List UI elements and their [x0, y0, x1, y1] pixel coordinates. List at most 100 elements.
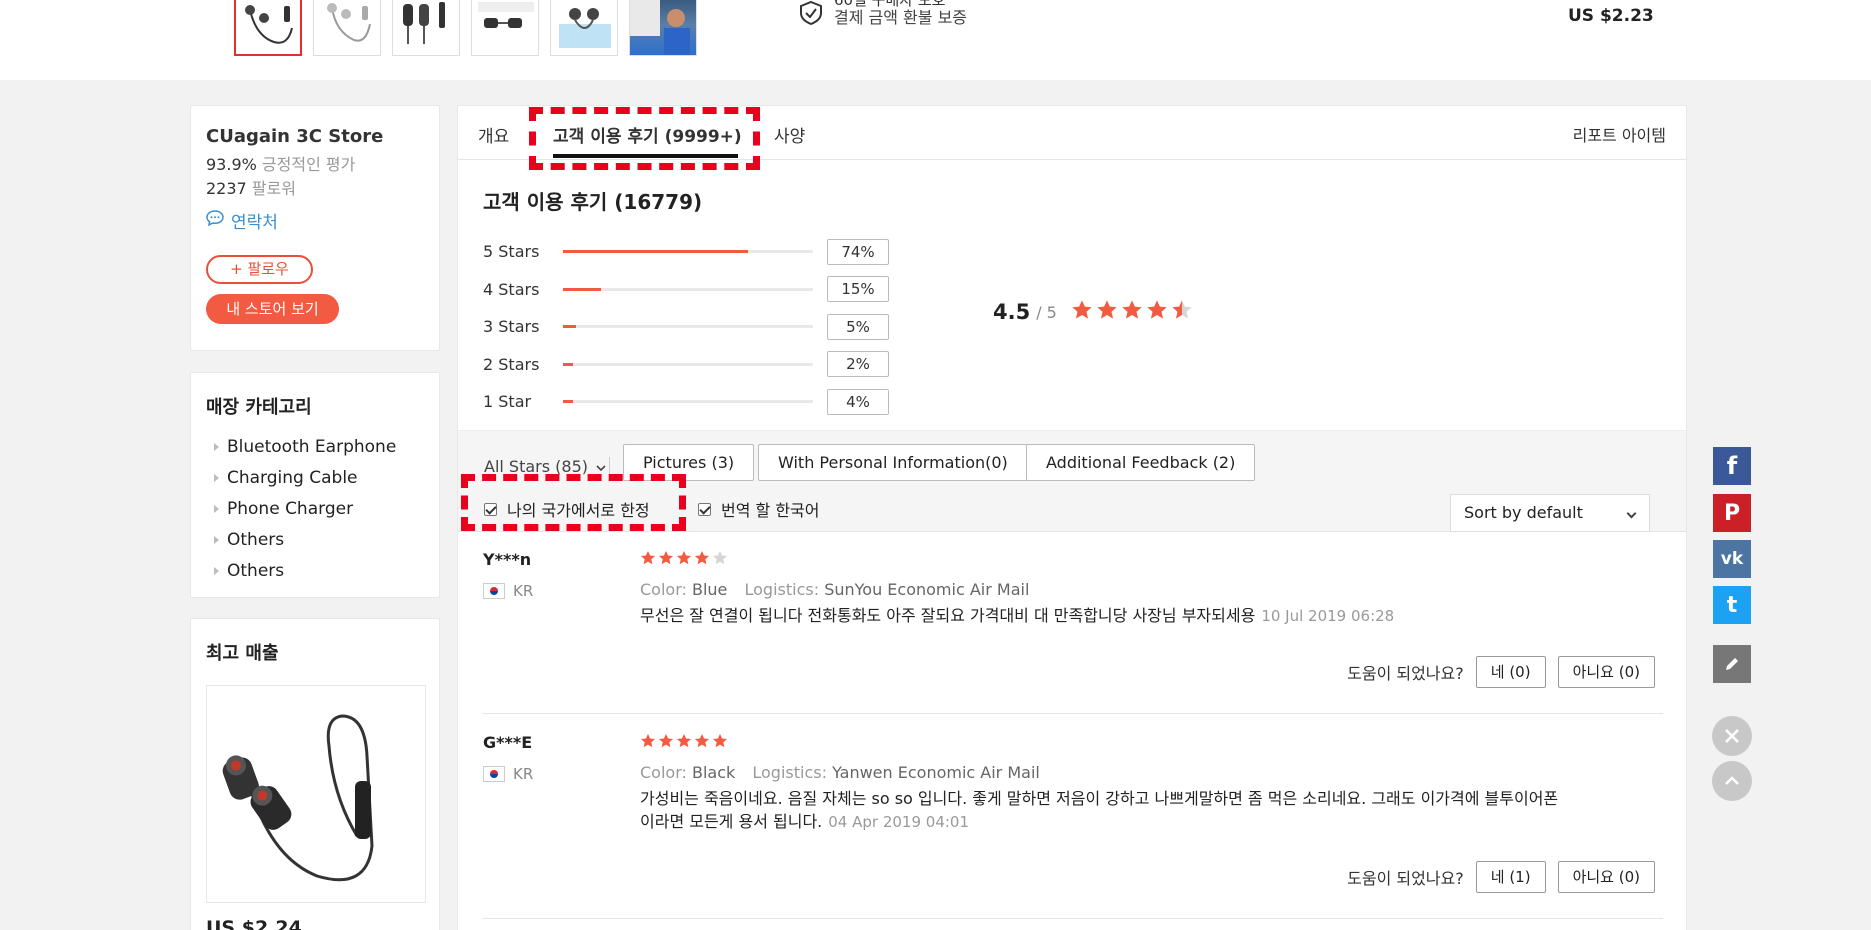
- color-key: Color:: [640, 763, 687, 782]
- pencil-edit-icon[interactable]: [1713, 645, 1751, 683]
- helpful-yes-button[interactable]: 네 (0): [1475, 656, 1546, 688]
- rating-bar-fill: [563, 250, 748, 254]
- rating-bar-fill: [563, 362, 573, 366]
- rating-bar-track: [563, 362, 813, 366]
- reviewer-name: Y***n: [483, 550, 532, 569]
- review-stars: [640, 733, 728, 753]
- sort-select[interactable]: Sort by default: [1450, 494, 1650, 532]
- korea-flag-icon: [483, 766, 505, 782]
- category-item[interactable]: Others: [206, 524, 424, 555]
- star-icon: [712, 733, 728, 753]
- reviewer-country: KR: [483, 765, 533, 783]
- star-icon: [712, 550, 728, 570]
- review-divider: [483, 918, 1663, 919]
- reviewer-country: KR: [483, 582, 533, 600]
- followers-value: 2237: [206, 179, 247, 198]
- rating-bar-fill: [563, 287, 601, 291]
- contact-link[interactable]: 연락처: [206, 208, 424, 233]
- category-item[interactable]: Charging Cable: [206, 462, 424, 493]
- translate-label: 번역 할 한국어: [721, 501, 820, 520]
- rating-row-percent: 2%: [827, 351, 889, 378]
- helpful-no-button[interactable]: 아니요 (0): [1557, 656, 1655, 688]
- review-date: 04 Apr 2019 04:01: [828, 813, 970, 831]
- store-categories-card: 매장 카테고리 Bluetooth Earphone Charging Cabl…: [190, 372, 440, 598]
- positive-feedback: 93.9% 긍정적인 평가: [206, 156, 424, 174]
- reviewer-name: G***E: [483, 733, 533, 752]
- facebook-share-icon[interactable]: f: [1713, 447, 1751, 485]
- report-item-link[interactable]: 리포트 아이템: [1573, 122, 1666, 146]
- vk-share-icon[interactable]: vk: [1713, 540, 1751, 578]
- helpful-vote: 도움이 되었나요? 네 (0) 아니요 (0): [1347, 656, 1655, 688]
- contact-label: 연락처: [231, 213, 278, 233]
- helpful-yes-button[interactable]: 네 (1): [1475, 861, 1546, 893]
- detail-tabs: 개요 고객 이용 후기 (9999+) 사양 리포트 아이템: [458, 106, 1686, 160]
- best-seller-image[interactable]: [206, 685, 426, 903]
- color-value: Black: [691, 763, 736, 782]
- positive-feedback-value: 93.9%: [206, 155, 257, 174]
- thumbnail-6[interactable]: [629, 0, 697, 56]
- country-code: KR: [513, 582, 534, 600]
- overall-rating-max: / 5: [1036, 302, 1057, 322]
- thumbnail-4[interactable]: [471, 0, 539, 56]
- chat-icon: [206, 210, 224, 231]
- rating-bar-track: [563, 287, 813, 291]
- category-label: Others: [227, 529, 285, 550]
- rating-row-label: 3 Stars: [483, 317, 540, 337]
- rating-row[interactable]: 4 Stars 15%: [483, 271, 889, 309]
- review-text: 가성비는 죽음이네요. 음질 자체는 so so 입니다. 좋게 말하면 저음이…: [640, 787, 1570, 834]
- logistics-key: Logistics:: [752, 763, 827, 782]
- rating-row[interactable]: 1 Star 4%: [483, 383, 889, 421]
- thumbnail-1[interactable]: [234, 0, 302, 56]
- tab-overview[interactable]: 개요: [478, 122, 509, 147]
- star-icon: [658, 550, 674, 570]
- scroll-top-icon[interactable]: [1712, 761, 1752, 801]
- rating-row[interactable]: 5 Stars 74%: [483, 233, 889, 271]
- additional-feedback-filter[interactable]: Additional Feedback (2): [1026, 444, 1256, 481]
- category-list: Bluetooth Earphone Charging Cable Phone …: [206, 431, 424, 586]
- guarantee-text: 결제 금액 환불 보증: [834, 8, 968, 27]
- close-icon[interactable]: [1712, 716, 1752, 756]
- tab-specs[interactable]: 사양: [774, 122, 805, 147]
- category-label: Others: [227, 560, 285, 581]
- translate-checkbox[interactable]: 번역 할 한국어: [698, 497, 820, 521]
- rating-row-percent: 15%: [827, 276, 889, 303]
- helpful-vote: 도움이 되었나요? 네 (1) 아니요 (0): [1347, 861, 1655, 893]
- rating-row[interactable]: 3 Stars 5%: [483, 308, 889, 346]
- my-country-label: 나의 국가에서로 한정: [507, 501, 650, 520]
- review-meta: Color: Blue Logistics: SunYou Economic A…: [640, 580, 1029, 599]
- caret-right-icon: [214, 442, 219, 451]
- pinterest-share-icon[interactable]: P: [1713, 494, 1751, 532]
- checkbox-checked-icon: [698, 502, 711, 516]
- pictures-filter[interactable]: Pictures (3): [623, 444, 755, 481]
- rating-row[interactable]: 2 Stars 2%: [483, 346, 889, 384]
- thumbnail-3[interactable]: [392, 0, 460, 56]
- category-label: Bluetooth Earphone: [227, 436, 397, 457]
- logistics-key: Logistics:: [744, 580, 820, 599]
- visit-store-button[interactable]: 내 스토어 보기: [206, 294, 339, 324]
- category-item[interactable]: Others: [206, 555, 424, 586]
- review-body: 무선은 잘 연결이 됩니다 전화통화도 아주 잘되요 가격대비 대 만족합니당 …: [640, 606, 1256, 625]
- thumbnail-list: [234, 0, 697, 56]
- thumbnail-2[interactable]: [313, 0, 381, 56]
- helpful-no-button[interactable]: 아니요 (0): [1557, 861, 1655, 893]
- star-filter-dropdown[interactable]: All Stars (85): [484, 449, 606, 483]
- rating-bar-fill: [563, 325, 576, 329]
- category-label: Phone Charger: [227, 498, 354, 519]
- personal-info-filter[interactable]: With Personal Information(0): [758, 444, 1028, 481]
- thumbnail-5[interactable]: [550, 0, 618, 56]
- star-icon: [640, 733, 656, 753]
- tab-reviews[interactable]: 고객 이용 후기 (9999+): [553, 122, 742, 147]
- store-name[interactable]: CUagain 3C Store: [206, 126, 424, 147]
- korea-flag-icon: [483, 583, 505, 599]
- twitter-share-icon[interactable]: t: [1713, 586, 1751, 624]
- followers-label: 팔로워: [251, 179, 296, 198]
- my-country-checkbox[interactable]: 나의 국가에서로 한정: [484, 497, 650, 521]
- follow-button[interactable]: + 팔로우: [206, 255, 313, 284]
- category-item[interactable]: Bluetooth Earphone: [206, 431, 424, 462]
- best-sellers-card: 최고 매출 US $2.24: [190, 618, 440, 930]
- category-label: Charging Cable: [227, 467, 358, 488]
- checkbox-checked-icon: [484, 502, 497, 516]
- star-icon: [1121, 299, 1143, 325]
- category-item[interactable]: Phone Charger: [206, 493, 424, 524]
- product-detail-panel: 개요 고객 이용 후기 (9999+) 사양 리포트 아이템 고객 이용 후기 …: [457, 105, 1687, 930]
